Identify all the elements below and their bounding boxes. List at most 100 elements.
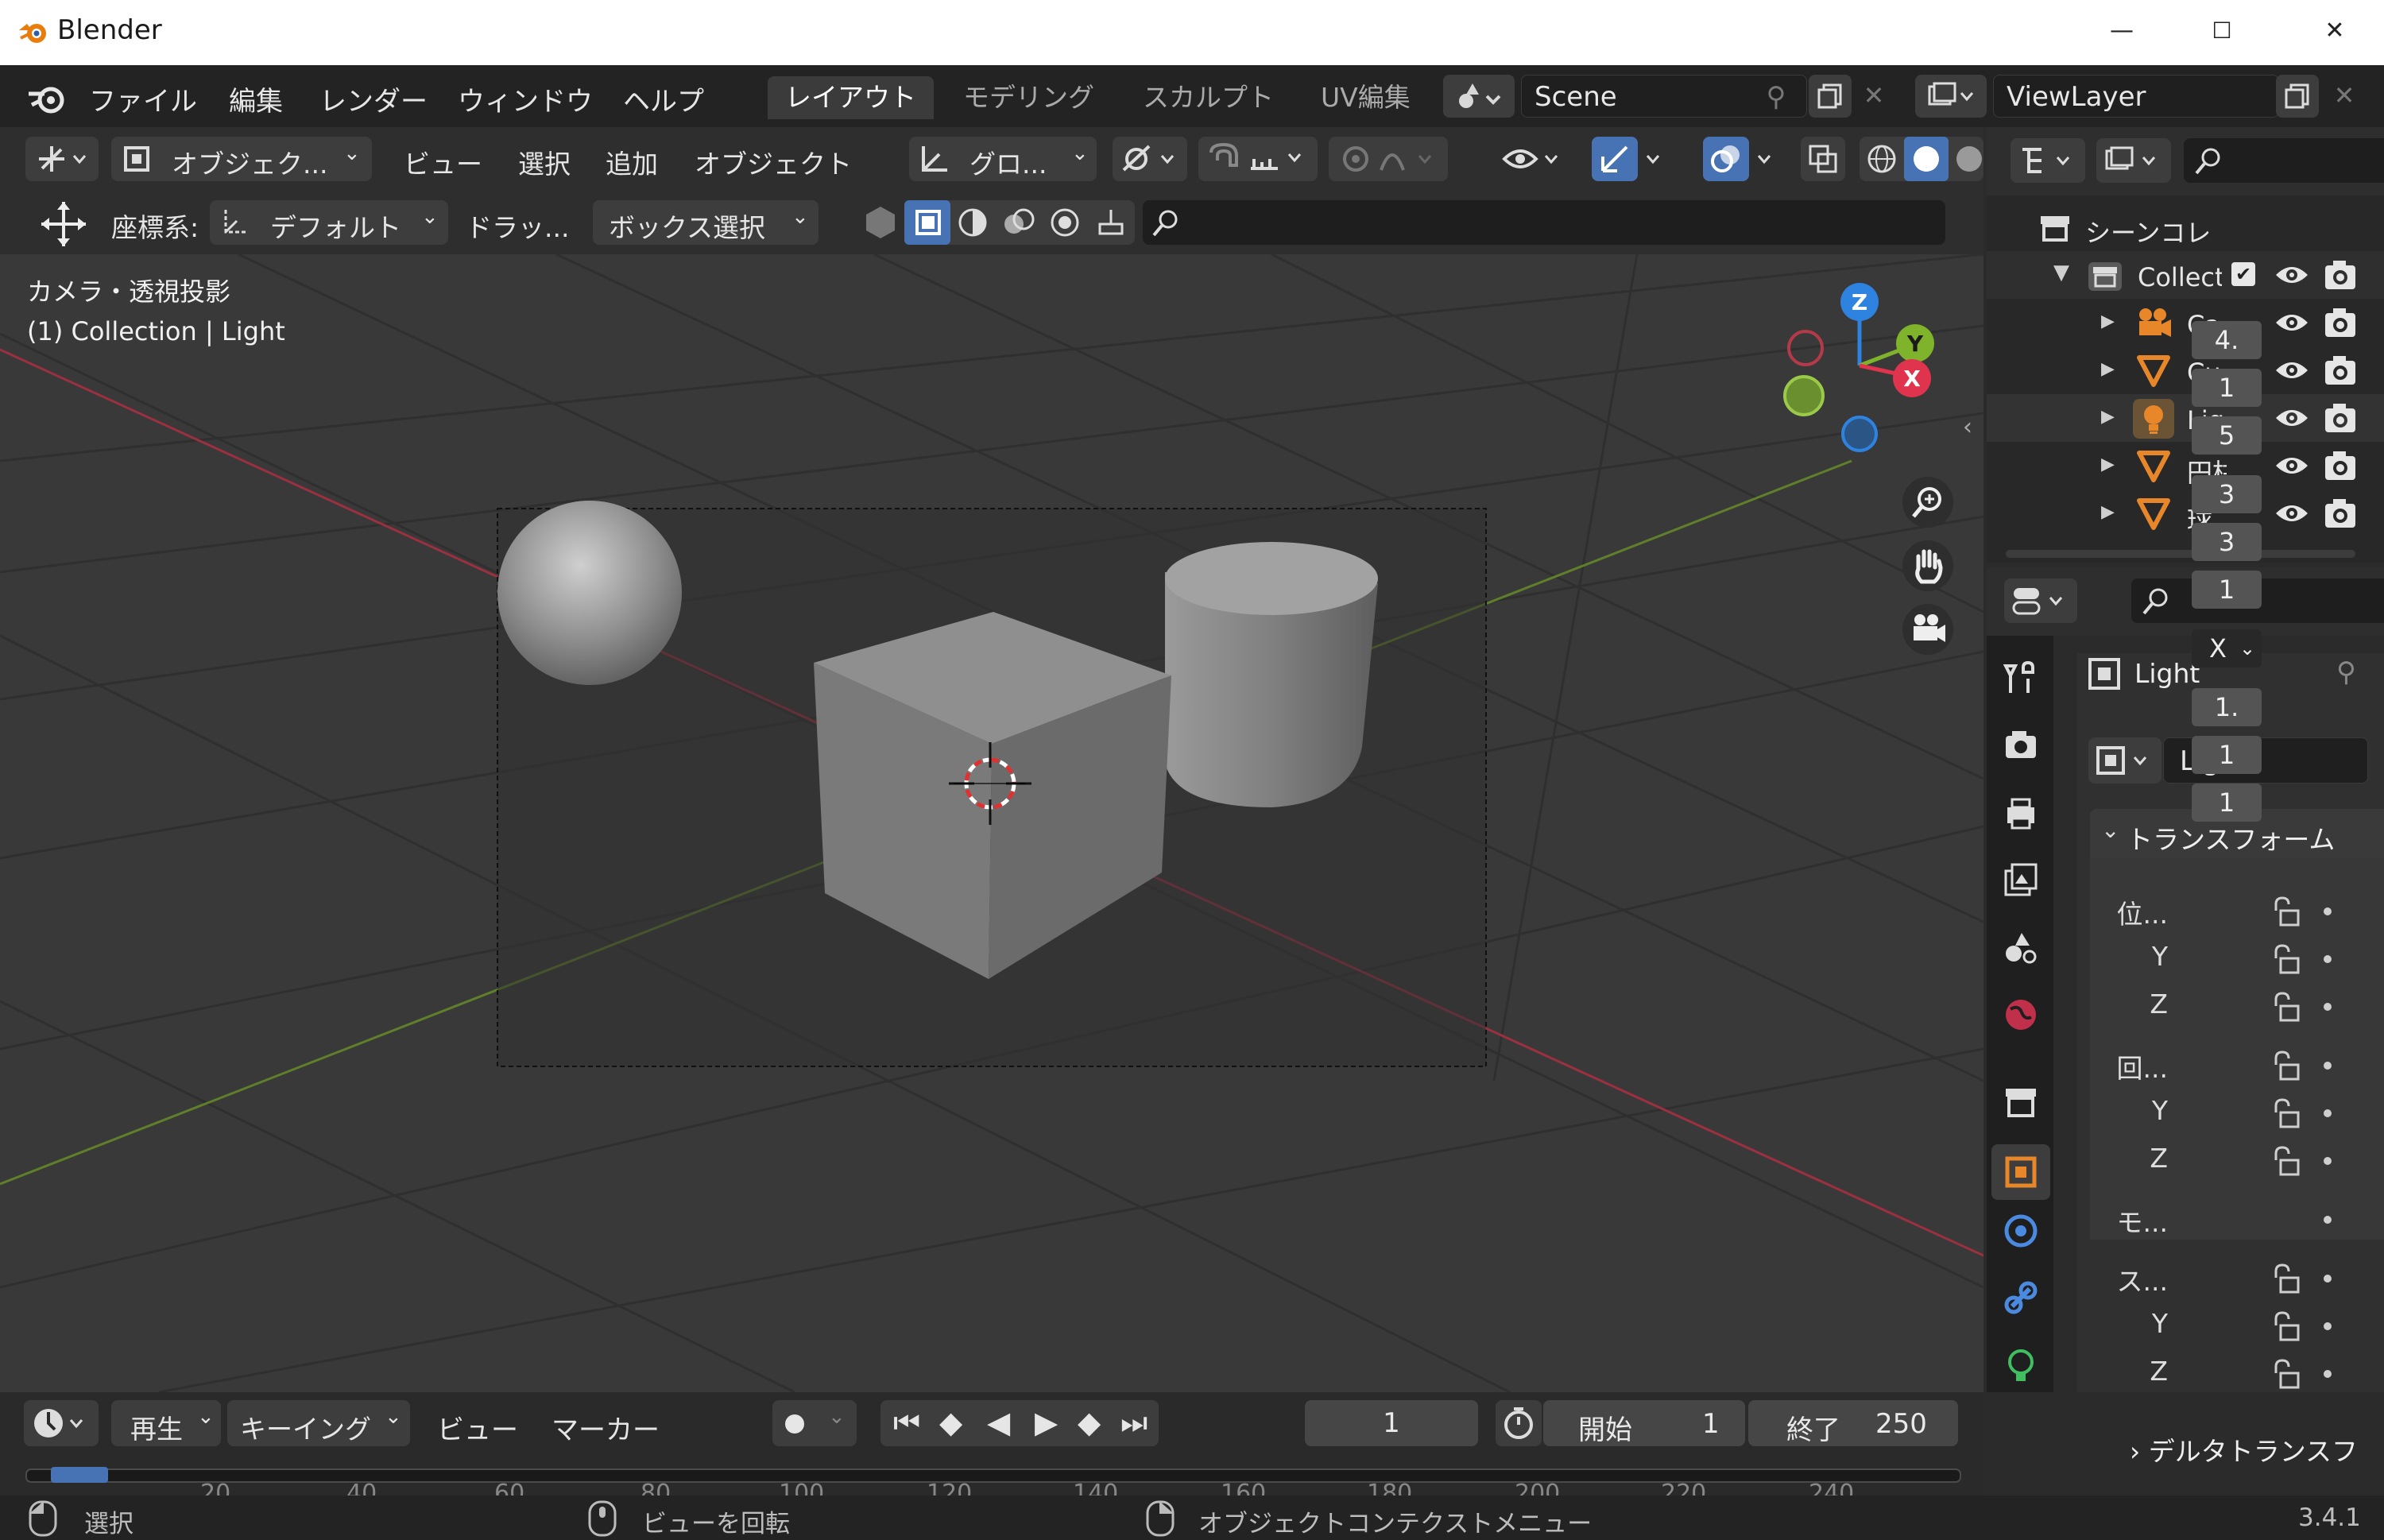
expand-arrow-icon[interactable]: ▼ xyxy=(2053,261,2069,284)
sidebar-toggle-icon[interactable]: ‹ xyxy=(1963,413,1972,441)
select-subtract-icon[interactable] xyxy=(1003,207,1035,238)
maximize-button[interactable]: ☐ xyxy=(2198,11,2246,51)
menu-file[interactable]: ファイル xyxy=(89,79,197,118)
menu-view[interactable]: ビュー xyxy=(404,143,482,181)
auto-keying-button[interactable]: ⌄ xyxy=(772,1400,857,1446)
keyframe-dot[interactable] xyxy=(2324,907,2332,915)
outliner-scrollbar[interactable] xyxy=(2006,550,2355,558)
rotation-mode-dropdown[interactable]: X ⌄ xyxy=(2192,629,2262,667)
keyframe-dot[interactable] xyxy=(2324,1109,2332,1117)
menu-object[interactable]: オブジェクト xyxy=(695,143,852,181)
render-camera-icon[interactable] xyxy=(2324,497,2357,529)
menu-edit[interactable]: 編集 xyxy=(229,79,283,118)
location-y-field[interactable]: 1 xyxy=(2192,369,2262,407)
location-z-field[interactable]: 5 xyxy=(2192,416,2262,455)
end-frame-field[interactable]: 終了 250 xyxy=(1748,1400,1958,1446)
lock-icon[interactable] xyxy=(2270,1263,2301,1295)
rotation-z-field[interactable]: 1 xyxy=(2192,571,2262,609)
play-reverse-icon[interactable]: ◀ xyxy=(987,1405,1010,1440)
menu-render[interactable]: レンダー xyxy=(319,79,428,118)
lock-icon[interactable] xyxy=(2270,1146,2301,1178)
tree-row-camera[interactable]: ▶ Ca xyxy=(1987,299,2384,346)
render-camera-icon[interactable] xyxy=(2324,402,2357,434)
lock-icon[interactable] xyxy=(2270,896,2301,928)
gizmo-toggle-button[interactable] xyxy=(1583,137,1678,181)
menu-add[interactable]: 追加 xyxy=(606,143,658,181)
sphere-object[interactable] xyxy=(497,501,682,685)
eye-icon[interactable] xyxy=(2274,308,2309,337)
tree-row-light[interactable]: ▶ Lig xyxy=(1987,394,2384,442)
expand-arrow-icon[interactable]: ▶ xyxy=(2101,502,2115,522)
snap-button[interactable] xyxy=(1198,137,1318,181)
solid-shading-button[interactable] xyxy=(1904,137,1949,181)
render-camera-icon[interactable] xyxy=(2324,354,2357,386)
view-layer-tab-icon[interactable] xyxy=(2003,861,2039,898)
lock-icon[interactable] xyxy=(2270,1051,2301,1082)
keyframe-dot[interactable] xyxy=(2324,1157,2332,1165)
constraints-tab-icon[interactable] xyxy=(2003,1279,2039,1316)
tab-sculpt[interactable]: スカルプト xyxy=(1125,76,1291,119)
scale-y-field[interactable]: 1 xyxy=(2192,736,2262,774)
keyframe-dot[interactable] xyxy=(2324,955,2332,963)
tool-tab-icon[interactable] xyxy=(2003,660,2039,696)
tree-row-cylinder[interactable]: ▶ 円柱 xyxy=(1987,442,2384,489)
tab-uv-editing[interactable]: UV編集 xyxy=(1303,76,1428,119)
expand-arrow-icon[interactable]: ▶ xyxy=(2101,311,2115,331)
close-button[interactable]: ✕ xyxy=(2311,11,2359,51)
collection-exclude-checkbox[interactable]: ✔ xyxy=(2231,262,2255,286)
marker-menu[interactable]: マーカー xyxy=(551,1408,660,1447)
new-scene-button[interactable] xyxy=(1809,75,1852,118)
keyframe-dot[interactable] xyxy=(2324,1370,2332,1378)
lock-icon[interactable] xyxy=(2270,944,2301,976)
select-new-button[interactable] xyxy=(904,200,950,245)
scene-pin-icon[interactable]: ⚲ xyxy=(1758,79,1794,114)
render-camera-icon[interactable] xyxy=(2324,450,2357,482)
scale-z-field[interactable]: 1 xyxy=(2192,784,2262,822)
expand-arrow-icon[interactable]: ▶ xyxy=(2101,359,2115,379)
physics-tab-icon[interactable] xyxy=(2003,1213,2039,1249)
minimize-button[interactable]: — xyxy=(2098,11,2146,51)
playhead[interactable] xyxy=(51,1467,108,1483)
delta-transform-panel[interactable]: › デルタトランスフ xyxy=(2130,1430,2358,1468)
keying-menu[interactable]: キーイング ⌄ xyxy=(227,1400,410,1446)
scene-tab-icon[interactable] xyxy=(2003,930,2039,966)
transform-orientation-dropdown[interactable]: グロ... ⌄ xyxy=(909,137,1097,181)
current-frame-field[interactable]: 1 xyxy=(1305,1400,1478,1446)
object-datablock-browse[interactable] xyxy=(2088,737,2161,784)
viewlayer-name-field[interactable]: ViewLayer xyxy=(1993,75,2279,118)
select-extend-icon[interactable] xyxy=(957,207,989,238)
visibility-dropdown[interactable] xyxy=(1497,137,1569,181)
eye-icon[interactable] xyxy=(2274,499,2309,528)
location-x-field[interactable]: 4. xyxy=(2192,321,2262,359)
overlay-toggle-button[interactable] xyxy=(1694,137,1790,181)
start-frame-field[interactable]: 開始 1 xyxy=(1543,1400,1745,1446)
output-tab-icon[interactable] xyxy=(2003,795,2039,831)
keyframe-dot[interactable] xyxy=(2324,1322,2332,1330)
jump-start-icon[interactable]: ⏮ xyxy=(893,1405,920,1441)
lock-icon[interactable] xyxy=(2270,1311,2301,1343)
play-icon[interactable]: ▶ xyxy=(1035,1405,1058,1440)
expand-arrow-icon[interactable]: ▶ xyxy=(2101,407,2115,427)
timeline-editor-type-button[interactable] xyxy=(24,1400,99,1446)
new-viewlayer-button[interactable] xyxy=(2276,75,2319,118)
xray-toggle-button[interactable] xyxy=(1801,137,1845,181)
drag-select-dropdown[interactable]: ボックス選択 ⌄ xyxy=(593,200,819,245)
eye-icon[interactable] xyxy=(2274,404,2309,432)
zoom-button[interactable] xyxy=(1902,477,1953,528)
tree-row-collection[interactable]: ▼ Collecti ✔ xyxy=(1987,251,2384,299)
render-camera-icon[interactable] xyxy=(2324,307,2357,339)
eye-icon[interactable] xyxy=(2274,451,2309,480)
lock-icon[interactable] xyxy=(2270,1098,2301,1130)
collection-tab-icon[interactable] xyxy=(2003,1084,2039,1120)
timeline-view-menu[interactable]: ビュー xyxy=(437,1408,518,1447)
keyframe-dot[interactable] xyxy=(2324,1003,2332,1011)
menu-window[interactable]: ウィンドウ xyxy=(458,79,593,118)
select-invert-icon[interactable] xyxy=(1049,207,1081,238)
world-tab-icon[interactable] xyxy=(2003,996,2039,1033)
mode-dropdown[interactable]: オブジェク... ⌄ xyxy=(111,137,372,181)
eye-icon[interactable] xyxy=(2274,261,2309,289)
delete-scene-icon[interactable]: ✕ xyxy=(1856,78,1891,113)
tree-row-scene-collection[interactable]: シーンコレ xyxy=(1987,203,2384,251)
pan-button[interactable] xyxy=(1902,540,1953,591)
keyframe-dot[interactable] xyxy=(2324,1216,2332,1224)
